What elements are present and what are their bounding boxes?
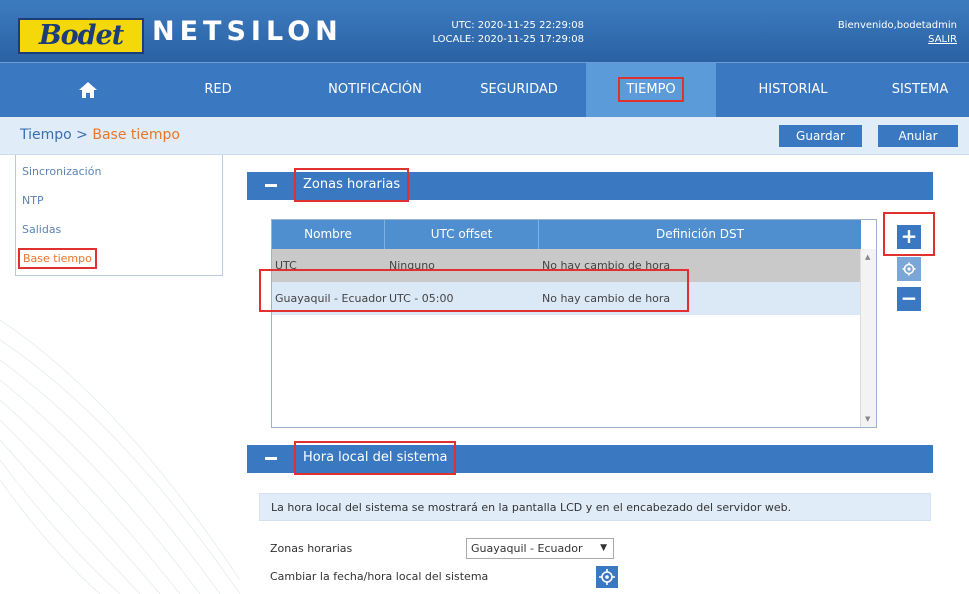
- main-nav: RED NOTIFICACIÓN SEGURIDAD TIEMPO HISTOR…: [0, 62, 969, 117]
- remove-timezone-button[interactable]: −: [897, 287, 921, 311]
- bodet-logo: Bodet: [18, 18, 144, 54]
- gear-icon: [902, 262, 916, 276]
- timezone-select[interactable]: Guayaquil - Ecuador ▼: [466, 538, 614, 559]
- cell-dst: No hay cambio de hora: [542, 292, 671, 305]
- user-info: Bienvenido,bodetadmin SALIR: [838, 19, 957, 47]
- home-icon: [79, 81, 97, 98]
- local-time-info: La hora local del sistema se mostrará en…: [259, 493, 931, 521]
- sidebar-item-base-tiempo[interactable]: Base tiempo: [16, 244, 222, 273]
- local-time: LOCALE: 2020-11-25 17:29:08: [432, 34, 584, 45]
- cancel-button[interactable]: Anular: [878, 125, 958, 147]
- nav-notificacion[interactable]: NOTIFICACIÓN: [316, 63, 434, 117]
- app-name: NETSILON: [152, 16, 343, 47]
- breadcrumb-parent[interactable]: Tiempo: [20, 127, 72, 143]
- sidebar-item-salidas[interactable]: Salidas: [16, 215, 222, 244]
- nav-sistema[interactable]: SISTEMA: [884, 63, 956, 117]
- cell-name: Guayaquil - Ecuador: [275, 292, 387, 305]
- scroll-up-icon[interactable]: ▲: [865, 253, 870, 261]
- nav-tiempo[interactable]: TIEMPO: [586, 63, 716, 117]
- column-header-offset[interactable]: UTC offset: [385, 220, 539, 249]
- utc-time: UTC: 2020-11-25 22:29:08: [451, 20, 584, 31]
- background-decoration: [0, 319, 240, 594]
- section-header-timezones[interactable]: Zonas horarias: [247, 168, 933, 202]
- top-header: Bodet NETSILON UTC: 2020-11-25 22:29:08 …: [0, 0, 969, 62]
- add-timezone-button[interactable]: +: [897, 225, 921, 249]
- column-header-name[interactable]: Nombre: [272, 220, 385, 249]
- section-header-local-time[interactable]: Hora local del sistema: [247, 441, 933, 475]
- change-datetime-label: Cambiar la fecha/hora local del sistema: [270, 570, 489, 583]
- breadcrumb-separator: >: [71, 127, 93, 143]
- breadcrumb: Tiempo > Base tiempo: [20, 127, 180, 143]
- sidebar-item-sincronizacion[interactable]: Sincronización: [16, 157, 222, 186]
- timezone-select-value: Guayaquil - Ecuador: [471, 542, 583, 555]
- nav-red[interactable]: RED: [196, 63, 240, 117]
- clock-display: UTC: 2020-11-25 22:29:08 LOCALE: 2020-11…: [408, 19, 584, 47]
- sidebar-item-ntp[interactable]: NTP: [16, 186, 222, 215]
- welcome-text: Bienvenido,bodetadmin: [837, 20, 957, 31]
- table-row[interactable]: Guayaquil - Ecuador UTC - 05:00 No hay c…: [259, 269, 861, 315]
- column-header-dst[interactable]: Definición DST: [539, 220, 861, 249]
- table-scrollbar[interactable]: ▲ ▼: [860, 249, 876, 427]
- nav-seguridad[interactable]: SEGURIDAD: [474, 63, 564, 117]
- nav-historial[interactable]: HISTORIAL: [752, 63, 834, 117]
- timezone-label: Zonas horarias: [270, 542, 353, 555]
- edit-timezone-button[interactable]: [897, 257, 921, 281]
- logo-text: Bodet: [38, 20, 124, 51]
- timezone-table: Nombre UTC offset Definición DST UTC Nin…: [259, 219, 877, 428]
- logout-link[interactable]: SALIR: [838, 33, 957, 47]
- chevron-down-icon: ▼: [600, 543, 607, 553]
- change-datetime-button[interactable]: [596, 566, 618, 588]
- section-title-local-time: Hora local del sistema: [294, 441, 457, 475]
- breadcrumb-bar: Tiempo > Base tiempo Guardar Anular: [0, 117, 969, 155]
- sidebar-menu: Sincronización NTP Salidas Base tiempo: [15, 155, 223, 276]
- collapse-icon[interactable]: [265, 184, 277, 187]
- nav-home[interactable]: [68, 63, 108, 117]
- section-title-timezones: Zonas horarias: [294, 168, 410, 202]
- save-button[interactable]: Guardar: [779, 125, 862, 147]
- gear-icon: [599, 569, 615, 585]
- table-header: Nombre UTC offset Definición DST: [272, 220, 861, 249]
- collapse-icon[interactable]: [265, 457, 277, 460]
- scroll-down-icon[interactable]: ▼: [865, 415, 870, 423]
- breadcrumb-current: Base tiempo: [92, 127, 180, 143]
- cell-offset: UTC - 05:00: [389, 292, 454, 305]
